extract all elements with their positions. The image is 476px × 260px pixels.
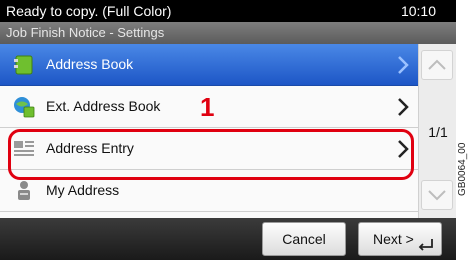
cancel-button[interactable]: Cancel bbox=[262, 222, 346, 256]
enter-icon bbox=[418, 239, 433, 251]
page-indicator: 1/1 bbox=[428, 124, 448, 140]
next-button[interactable]: Next > bbox=[358, 222, 442, 256]
chevron-down-icon bbox=[428, 190, 446, 201]
chevron-right-icon bbox=[398, 56, 409, 74]
next-button-label: Next > bbox=[373, 231, 414, 247]
ext-address-book-icon bbox=[14, 97, 35, 118]
screen-title-bar: Job Finish Notice - Settings bbox=[0, 22, 456, 44]
footer-bar: Cancel Next > bbox=[0, 218, 456, 260]
scroll-down-button[interactable] bbox=[421, 180, 453, 210]
scroll-panel: 1/1 bbox=[418, 44, 456, 218]
clock: 10:10 bbox=[400, 3, 436, 19]
step-highlight bbox=[8, 129, 414, 180]
list-item-label: Address Book bbox=[46, 56, 134, 72]
my-address-icon bbox=[18, 181, 30, 200]
chevron-up-icon bbox=[428, 59, 446, 70]
step-number: 1 bbox=[200, 92, 215, 122]
device-panel: Ready to copy. (Full Color) 10:10 Job Fi… bbox=[0, 0, 456, 260]
list-item-address-book[interactable]: Address Book bbox=[0, 44, 418, 86]
list-item-label: My Address bbox=[46, 182, 120, 198]
chevron-right-icon bbox=[398, 98, 409, 116]
list-item-label: Ext. Address Book bbox=[46, 98, 161, 114]
address-book-icon bbox=[14, 55, 33, 75]
status-message: Ready to copy. (Full Color) bbox=[6, 3, 172, 19]
status-bar: Ready to copy. (Full Color) 10:10 bbox=[0, 0, 456, 22]
screen-title: Job Finish Notice - Settings bbox=[6, 25, 165, 40]
cancel-button-label: Cancel bbox=[282, 231, 326, 247]
figure-code: GB0064_00 bbox=[457, 142, 468, 196]
scroll-up-button[interactable] bbox=[421, 50, 453, 80]
